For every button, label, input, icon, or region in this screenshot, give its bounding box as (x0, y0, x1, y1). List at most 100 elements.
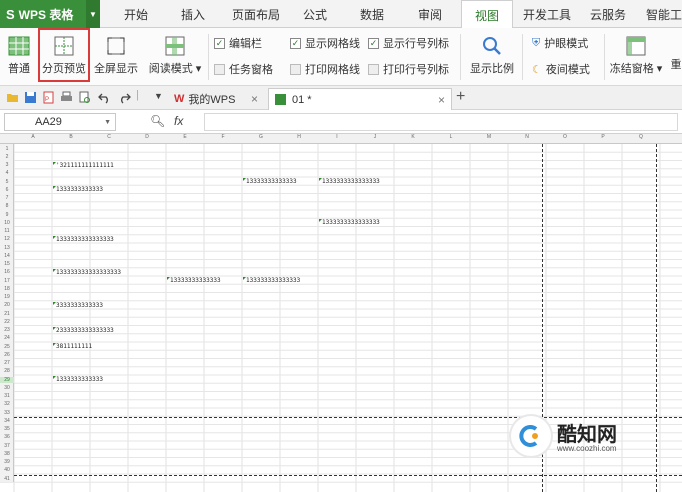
row-header[interactable]: 27 (0, 360, 14, 366)
row-header[interactable]: 13 (0, 245, 14, 251)
magnifier-icon[interactable]: 🔍︎ (150, 114, 165, 128)
column-header[interactable]: F (204, 134, 242, 140)
cell-value[interactable]: 13333333333333 (246, 178, 297, 185)
normal-view-button[interactable]: 普通 (4, 32, 34, 76)
row-header[interactable]: 38 (0, 451, 14, 457)
close-icon[interactable]: × (438, 93, 445, 107)
column-header[interactable]: P (584, 134, 622, 140)
cell-value[interactable]: 1333333333333 (56, 376, 103, 383)
row-header[interactable]: 1 (0, 146, 14, 152)
row-header[interactable]: 32 (0, 401, 14, 407)
column-header[interactable]: J (356, 134, 394, 140)
row-header[interactable]: 25 (0, 344, 14, 350)
task-pane-checkbox[interactable]: 任务窗格 (214, 61, 273, 77)
pdf-export-icon[interactable]: P (42, 91, 55, 104)
cell-value[interactable]: 1333333333333333 (322, 178, 380, 185)
column-header[interactable]: A (14, 134, 52, 140)
row-header[interactable]: 10 (0, 220, 14, 226)
cell-value[interactable]: 3811111111 (56, 343, 92, 350)
column-header[interactable]: C (90, 134, 128, 140)
tab-formula[interactable]: 公式 (303, 0, 327, 28)
column-header[interactable]: O (546, 134, 584, 140)
column-header[interactable]: B (52, 134, 90, 140)
new-tab-icon[interactable]: + (456, 88, 465, 106)
row-header[interactable]: 40 (0, 467, 14, 473)
column-header[interactable]: M (470, 134, 508, 140)
row-header[interactable]: 7 (0, 195, 14, 201)
show-gridlines-checkbox[interactable]: ✓ 显示网格线 (290, 35, 360, 51)
row-header[interactable]: 41 (0, 476, 14, 482)
night-mode-button[interactable]: ☾ 夜间模式 (532, 61, 590, 77)
folder-icon[interactable] (6, 91, 19, 104)
row-header[interactable]: 39 (0, 459, 14, 465)
redo-icon[interactable] (118, 91, 131, 104)
tab-smart-tools[interactable]: 智能工具 (646, 0, 682, 28)
row-header[interactable]: 12 (0, 236, 14, 242)
tab-start[interactable]: 开始 (124, 0, 148, 28)
tab-insert[interactable]: 插入 (181, 0, 205, 28)
row-header[interactable]: 26 (0, 352, 14, 358)
row-header[interactable]: 37 (0, 443, 14, 449)
tab-data[interactable]: 数据 (360, 0, 384, 28)
cell-value[interactable]: 133333333333333 (246, 277, 300, 284)
cell-value[interactable]: 1333333333333 (56, 186, 103, 193)
row-header[interactable]: 28 (0, 368, 14, 374)
column-header[interactable]: H (280, 134, 318, 140)
row-header[interactable]: 16 (0, 269, 14, 275)
save-icon[interactable] (24, 91, 37, 104)
chevron-down-icon[interactable]: ▼ (86, 0, 100, 28)
cell-value[interactable]: 1333333333333333 (56, 236, 114, 243)
print-gridlines-checkbox[interactable]: 打印网格线 (290, 61, 360, 77)
row-header[interactable]: 23 (0, 327, 14, 333)
row-header[interactable]: 14 (0, 253, 14, 259)
row-header[interactable]: 22 (0, 319, 14, 325)
print-icon[interactable] (60, 91, 73, 104)
row-header[interactable]: 31 (0, 393, 14, 399)
zoom-button[interactable]: 显示比例 (466, 32, 518, 76)
row-header[interactable]: 18 (0, 286, 14, 292)
chevron-down-icon[interactable]: ▼ (104, 119, 111, 126)
freeze-panes-button[interactable]: 冻结窗格 ▾ (608, 32, 664, 76)
column-header[interactable]: N (508, 134, 546, 140)
cell-value[interactable]: 3333333333333 (56, 302, 103, 309)
function-button[interactable]: fx (174, 114, 183, 128)
column-header[interactable]: G (242, 134, 280, 140)
row-header[interactable]: 4 (0, 170, 14, 176)
rearrange-button[interactable]: 重 (670, 56, 682, 72)
row-header[interactable]: 15 (0, 261, 14, 267)
cell-value[interactable]: '321111111111111 (56, 162, 114, 169)
row-header[interactable]: 34 (0, 418, 14, 424)
edit-bar-checkbox[interactable]: ✓ 编辑栏 (214, 35, 262, 51)
row-header[interactable]: 33 (0, 410, 14, 416)
eye-mode-button[interactable]: ⛨ 护眼模式 (532, 35, 588, 51)
tab-document-01[interactable]: 01 * × (268, 88, 452, 110)
row-header[interactable]: 2 (0, 154, 14, 160)
row-header[interactable]: 19 (0, 294, 14, 300)
customize-dropdown-icon[interactable]: ▼ (154, 91, 163, 101)
row-header[interactable]: 11 (0, 228, 14, 234)
reading-mode-button[interactable]: 阅读模式 ▾ (146, 32, 204, 76)
cell-value[interactable]: 13333333333333 (170, 277, 221, 284)
column-header[interactable]: I (318, 134, 356, 140)
row-header[interactable]: 35 (0, 426, 14, 432)
column-header[interactable]: L (432, 134, 470, 140)
column-header[interactable]: Q (622, 134, 660, 140)
row-header[interactable]: 9 (0, 212, 14, 218)
cell-value[interactable]: 1333333333333333 (322, 219, 380, 226)
row-header[interactable]: 5 (0, 179, 14, 185)
row-header[interactable]: 24 (0, 335, 14, 341)
tab-cloud[interactable]: 云服务 (590, 0, 626, 28)
tab-my-wps[interactable]: W 我的WPS × (168, 88, 264, 110)
print-row-col-checkbox[interactable]: 打印行号列标 (368, 61, 449, 77)
undo-icon[interactable] (98, 91, 111, 104)
close-icon[interactable]: × (251, 92, 258, 106)
tab-review[interactable]: 审阅 (418, 0, 442, 28)
row-header[interactable]: 8 (0, 203, 14, 209)
formula-input[interactable] (204, 113, 678, 131)
tab-view[interactable]: 视图 (461, 0, 513, 29)
row-header[interactable]: 20 (0, 302, 14, 308)
fullscreen-button[interactable]: 全屏显示 (92, 32, 140, 76)
row-header[interactable]: 6 (0, 187, 14, 193)
cell-value[interactable]: 2333333333333333 (56, 327, 114, 334)
column-header[interactable]: D (128, 134, 166, 140)
